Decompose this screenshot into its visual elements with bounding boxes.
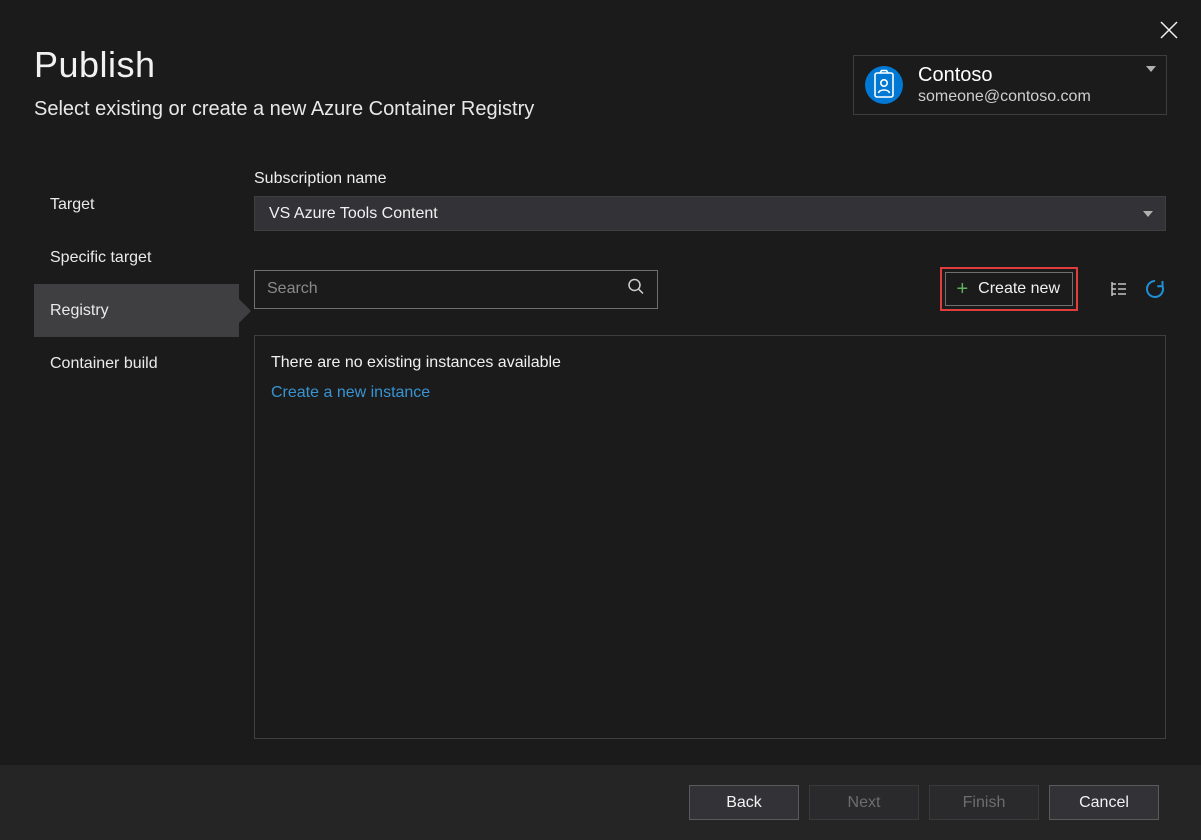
- list-toolbar: + Create new: [254, 267, 1166, 311]
- sidebar-item-registry[interactable]: Registry: [34, 284, 239, 337]
- create-new-button[interactable]: + Create new: [945, 272, 1073, 306]
- next-label: Next: [848, 794, 881, 812]
- page-subtitle: Select existing or create a new Azure Co…: [34, 98, 534, 121]
- sidebar-item-container-build[interactable]: Container build: [34, 337, 239, 390]
- back-button[interactable]: Back: [689, 785, 799, 820]
- dialog-footer: Back Next Finish Cancel: [0, 765, 1201, 840]
- account-email: someone@contoso.com: [918, 87, 1091, 106]
- cancel-button[interactable]: Cancel: [1049, 785, 1159, 820]
- sidebar-item-specific-target[interactable]: Specific target: [34, 231, 239, 284]
- finish-button: Finish: [929, 785, 1039, 820]
- next-button: Next: [809, 785, 919, 820]
- search-input-container: [254, 270, 658, 309]
- cancel-label: Cancel: [1079, 794, 1129, 812]
- sidebar-item-label: Specific target: [50, 249, 151, 267]
- chevron-down-icon: [1143, 211, 1153, 217]
- sidebar-item-label: Target: [50, 196, 94, 214]
- account-name: Contoso: [918, 63, 1091, 87]
- finish-label: Finish: [963, 794, 1006, 812]
- content-panel: Subscription name VS Azure Tools Content…: [254, 170, 1166, 739]
- subscription-dropdown[interactable]: VS Azure Tools Content: [254, 196, 1166, 231]
- tree-view-icon[interactable]: [1108, 278, 1130, 300]
- chevron-down-icon: [1146, 66, 1156, 72]
- page-title: Publish: [34, 44, 534, 86]
- create-new-label: Create new: [978, 280, 1060, 298]
- plus-icon: +: [956, 279, 968, 299]
- close-icon[interactable]: [1157, 18, 1181, 42]
- dialog-header: Publish Select existing or create a new …: [34, 44, 534, 121]
- empty-list-message: There are no existing instances availabl…: [271, 354, 1149, 372]
- account-badge-icon: [864, 65, 904, 105]
- sidebar-item-label: Container build: [50, 355, 158, 373]
- account-info: Contoso someone@contoso.com: [918, 63, 1091, 106]
- instances-list: There are no existing instances availabl…: [254, 335, 1166, 739]
- account-selector[interactable]: Contoso someone@contoso.com: [853, 55, 1167, 115]
- back-label: Back: [726, 794, 762, 812]
- search-icon: [627, 278, 645, 301]
- sidebar-item-label: Registry: [50, 302, 109, 320]
- create-instance-link[interactable]: Create a new instance: [271, 384, 430, 402]
- subscription-label: Subscription name: [254, 170, 1166, 188]
- create-new-highlight: + Create new: [940, 267, 1078, 311]
- subscription-value: VS Azure Tools Content: [269, 205, 438, 223]
- refresh-icon[interactable]: [1144, 278, 1166, 300]
- search-input[interactable]: [267, 280, 645, 298]
- wizard-sidebar: Target Specific target Registry Containe…: [34, 178, 239, 390]
- sidebar-item-target[interactable]: Target: [34, 178, 239, 231]
